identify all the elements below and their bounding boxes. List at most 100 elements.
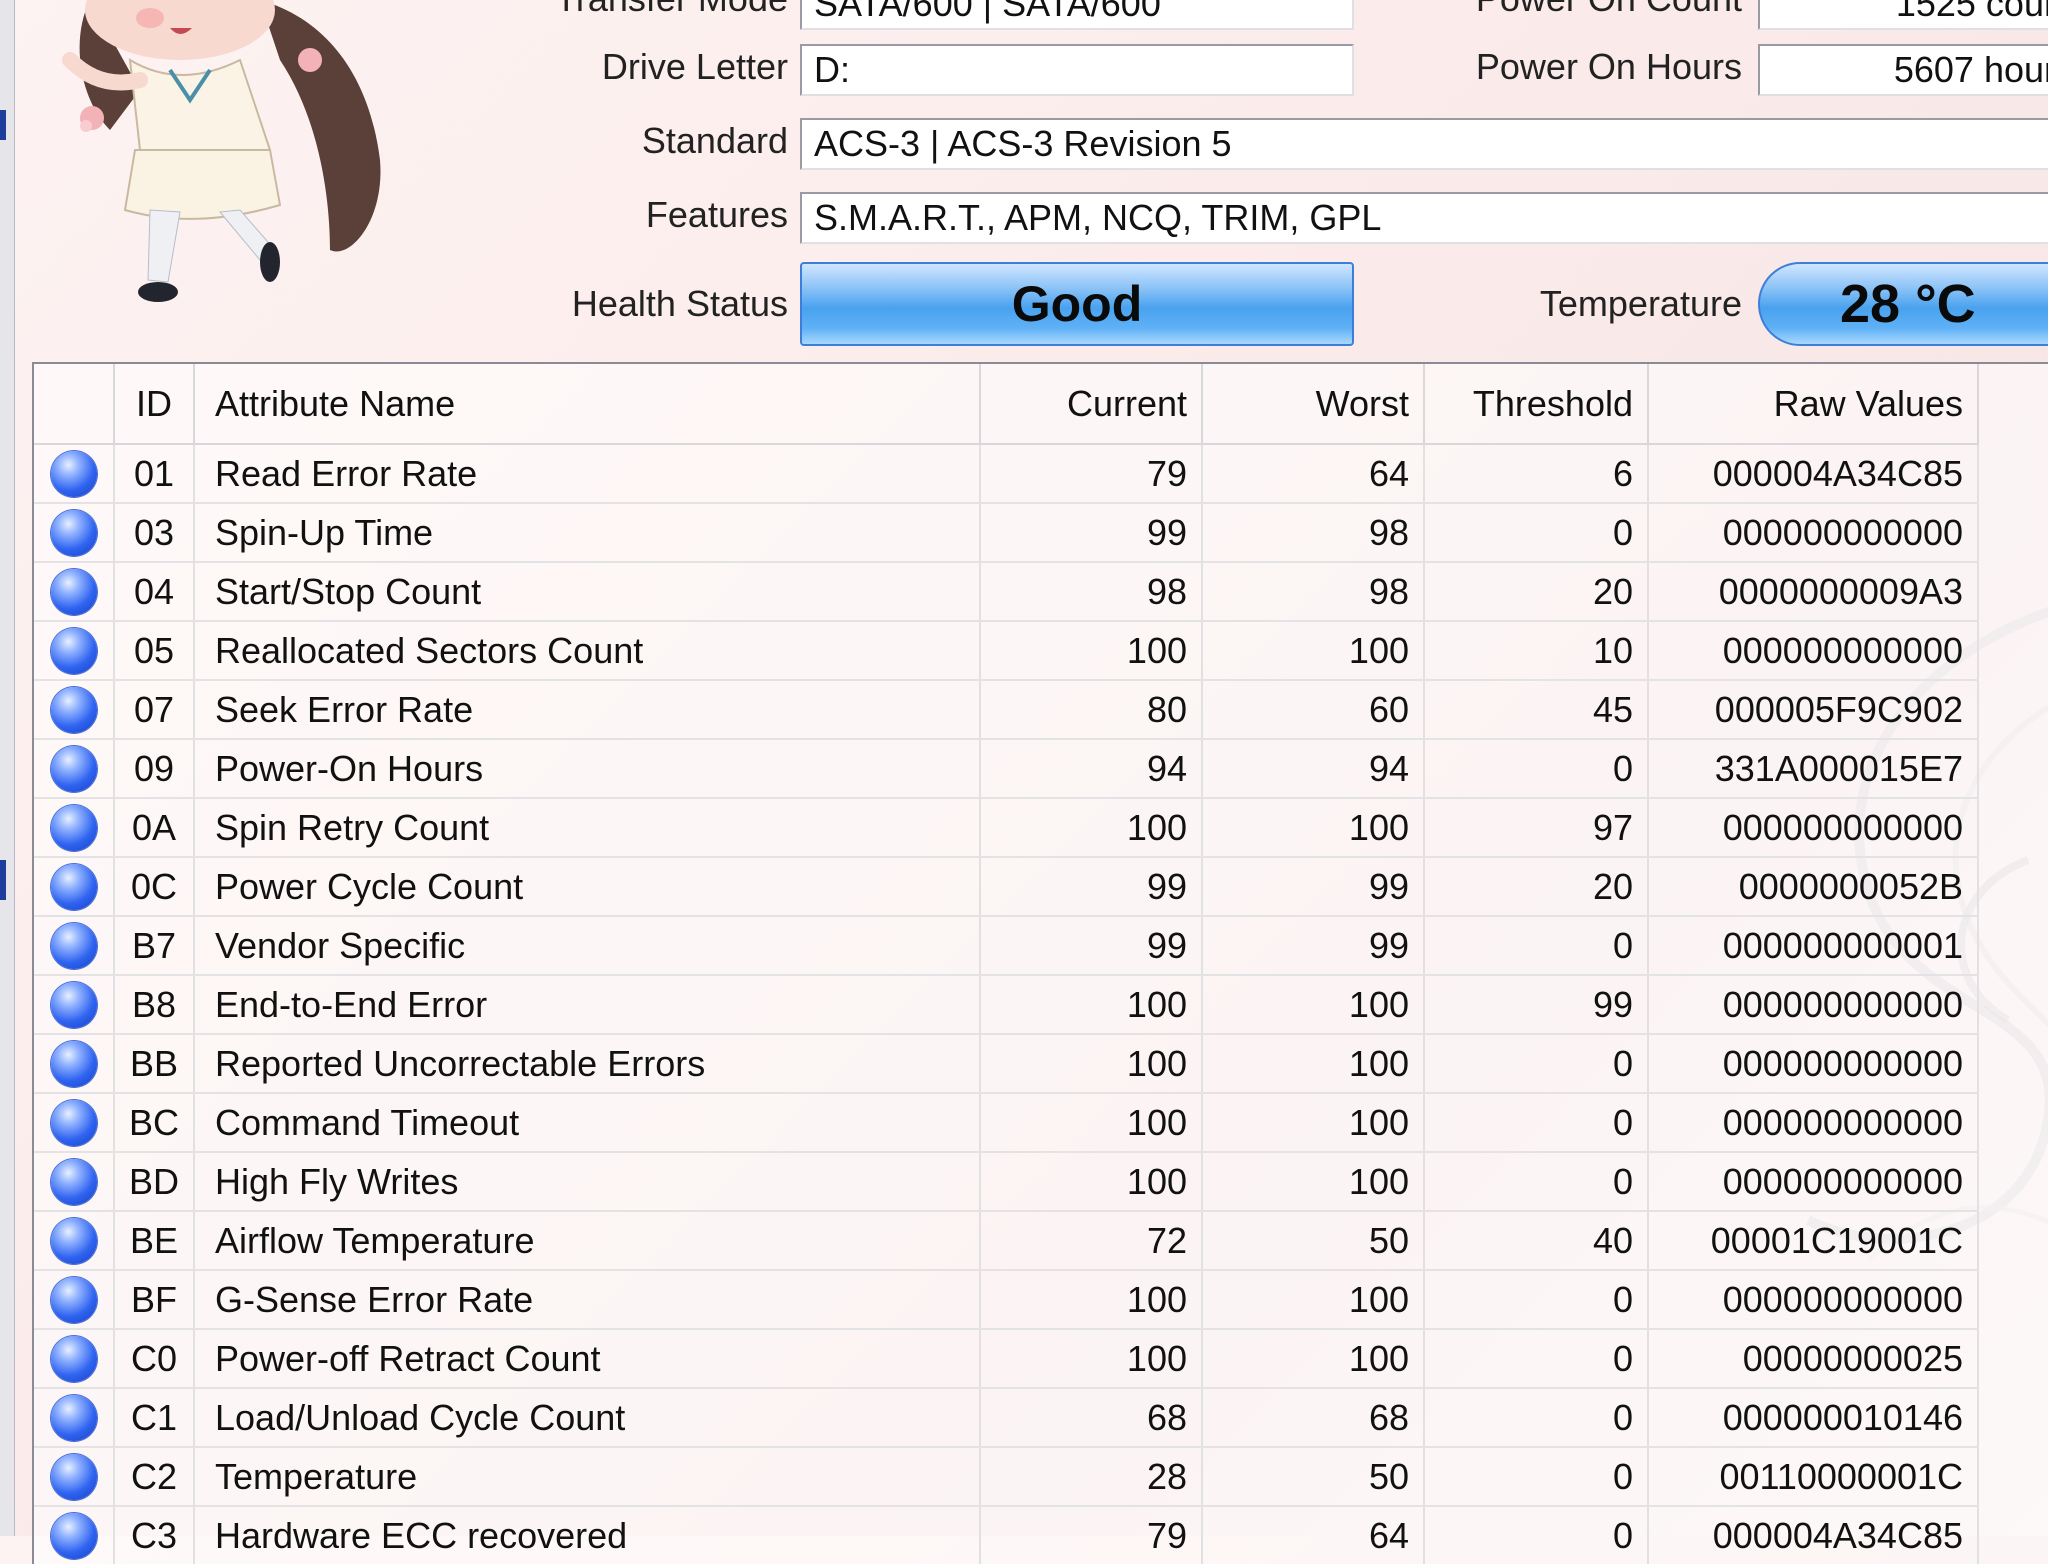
power-on-count-label: Power On Count [1476, 0, 1742, 20]
status-good-icon [50, 568, 97, 615]
transfer-mode-field: SATA/600 | SATA/600 [800, 0, 1354, 30]
health-status-button[interactable]: Good [800, 262, 1354, 346]
table-row[interactable]: 01 Read Error Rate 79 64 6 000004A34C85 [34, 444, 1979, 504]
threshold-value-cell: 0 [1424, 916, 1649, 976]
table-row[interactable]: BD High Fly Writes 100 100 0 000000000000 [34, 1152, 1979, 1212]
status-good-icon [50, 981, 97, 1028]
attribute-id-cell: 0A [114, 798, 195, 858]
table-row[interactable]: C1 Load/Unload Cycle Count 68 68 0 0000000101… [34, 1388, 1979, 1448]
attribute-id-cell: 04 [114, 562, 195, 622]
left-edge-marker [0, 110, 6, 140]
raw-value-cell: 000004A34C85 [1648, 444, 1979, 504]
current-value-cell: 100 [980, 1034, 1203, 1094]
status-good-icon [50, 509, 97, 556]
table-header-row: ID Attribute Name Current Worst Threshol… [34, 364, 1979, 445]
threshold-value-cell: 99 [1424, 975, 1649, 1035]
id-column-header[interactable]: ID [114, 364, 195, 445]
raw-value-cell: 331A000015E7 [1648, 739, 1979, 799]
attribute-name-column-header[interactable]: Attribute Name [194, 364, 981, 445]
attribute-name-cell: High Fly Writes [194, 1152, 981, 1212]
current-value-cell: 100 [980, 1270, 1203, 1330]
table-row[interactable]: 04 Start/Stop Count 98 98 20 0000000009A3 [34, 562, 1979, 622]
status-cell [34, 503, 115, 563]
raw-value-cell: 000000000000 [1648, 1034, 1979, 1094]
table-row[interactable]: C2 Temperature 28 50 0 00110000001C [34, 1447, 1979, 1507]
worst-value-cell: 100 [1202, 975, 1425, 1035]
table-row[interactable]: BF G-Sense Error Rate 100 100 0 000000000000 [34, 1270, 1979, 1330]
table-row[interactable]: 07 Seek Error Rate 80 60 45 000005F9C902 [34, 680, 1979, 740]
status-good-icon [50, 1453, 97, 1500]
current-value-cell: 94 [980, 739, 1203, 799]
attribute-name-cell: Reallocated Sectors Count [194, 621, 981, 681]
status-column-header[interactable] [34, 364, 115, 445]
raw-values-column-header[interactable]: Raw Values [1648, 364, 1979, 445]
standard-field: ACS-3 | ACS-3 Revision 5 [800, 118, 2048, 170]
attribute-name-cell: Spin Retry Count [194, 798, 981, 858]
status-cell [34, 562, 115, 622]
table-row[interactable]: 05 Reallocated Sectors Count 100 100 10 00000… [34, 621, 1979, 681]
threshold-column-header[interactable]: Threshold [1424, 364, 1649, 445]
current-value-cell: 100 [980, 1093, 1203, 1153]
worst-column-header[interactable]: Worst [1202, 364, 1425, 445]
attribute-name-cell: Command Timeout [194, 1093, 981, 1153]
table-row[interactable]: B7 Vendor Specific 99 99 0 000000000001 [34, 916, 1979, 976]
table-row[interactable]: 09 Power-On Hours 94 94 0 331A000015E7 [34, 739, 1979, 799]
worst-value-cell: 94 [1202, 739, 1425, 799]
raw-value-cell: 000000000000 [1648, 975, 1979, 1035]
table-row[interactable]: 0A Spin Retry Count 100 100 97 000000000000 [34, 798, 1979, 858]
table-row[interactable]: C0 Power-off Retract Count 100 100 0 00000000… [34, 1329, 1979, 1389]
threshold-value-cell: 0 [1424, 1152, 1649, 1212]
status-cell [34, 857, 115, 917]
attribute-name-cell: Spin-Up Time [194, 503, 981, 563]
attribute-id-cell: 0C [114, 857, 195, 917]
worst-value-cell: 68 [1202, 1388, 1425, 1448]
attribute-name-cell: G-Sense Error Rate [194, 1270, 981, 1330]
window-left-edge [0, 0, 15, 1536]
table-row[interactable]: B8 End-to-End Error 100 100 99 000000000000 [34, 975, 1979, 1035]
worst-value-cell: 100 [1202, 1152, 1425, 1212]
mascot-illustration [62, 0, 381, 302]
attribute-name-cell: Seek Error Rate [194, 680, 981, 740]
table-row[interactable]: 0C Power Cycle Count 99 99 20 0000000052B [34, 857, 1979, 917]
attribute-name-cell: Load/Unload Cycle Count [194, 1388, 981, 1448]
status-good-icon [50, 804, 97, 851]
attribute-id-cell: C2 [114, 1447, 195, 1507]
table-row[interactable]: BB Reported Uncorrectable Errors 100 100 0 00… [34, 1034, 1979, 1094]
current-column-header[interactable]: Current [980, 364, 1203, 445]
attribute-name-cell: Power-off Retract Count [194, 1329, 981, 1389]
worst-value-cell: 100 [1202, 1329, 1425, 1389]
attribute-id-cell: BD [114, 1152, 195, 1212]
threshold-value-cell: 0 [1424, 739, 1649, 799]
table-row[interactable]: 03 Spin-Up Time 99 98 0 000000000000 [34, 503, 1979, 563]
threshold-value-cell: 0 [1424, 1447, 1649, 1507]
table-row[interactable]: BC Command Timeout 100 100 0 000000000000 [34, 1093, 1979, 1153]
attribute-id-cell: C1 [114, 1388, 195, 1448]
threshold-value-cell: 0 [1424, 1034, 1649, 1094]
status-cell [34, 621, 115, 681]
raw-value-cell: 000000000000 [1648, 1093, 1979, 1153]
current-value-cell: 100 [980, 1329, 1203, 1389]
current-value-cell: 79 [980, 444, 1203, 504]
attribute-id-cell: BF [114, 1270, 195, 1330]
status-cell [34, 916, 115, 976]
worst-value-cell: 100 [1202, 1270, 1425, 1330]
current-value-cell: 100 [980, 798, 1203, 858]
worst-value-cell: 50 [1202, 1211, 1425, 1271]
attribute-name-cell: Vendor Specific [194, 916, 981, 976]
table-row[interactable]: C3 Hardware ECC recovered 79 64 0 000004A34C8… [34, 1506, 1979, 1564]
attribute-id-cell: C3 [114, 1506, 195, 1564]
attribute-id-cell: B7 [114, 916, 195, 976]
attribute-name-cell: Power-On Hours [194, 739, 981, 799]
temperature-button[interactable]: 28 °C [1758, 262, 2048, 346]
attribute-id-cell: BC [114, 1093, 195, 1153]
status-cell [34, 739, 115, 799]
status-good-icon [50, 1217, 97, 1264]
raw-value-cell: 000005F9C902 [1648, 680, 1979, 740]
features-field: S.M.A.R.T., APM, NCQ, TRIM, GPL [800, 192, 2048, 244]
attribute-id-cell: 03 [114, 503, 195, 563]
transfer-mode-label: Transfer Mode [555, 0, 788, 20]
smart-attributes-table[interactable]: ID Attribute Name Current Worst Threshol… [32, 362, 2048, 1564]
table-row[interactable]: BE Airflow Temperature 72 50 40 00001C19001C [34, 1211, 1979, 1271]
raw-value-cell: 000000000000 [1648, 798, 1979, 858]
current-value-cell: 72 [980, 1211, 1203, 1271]
